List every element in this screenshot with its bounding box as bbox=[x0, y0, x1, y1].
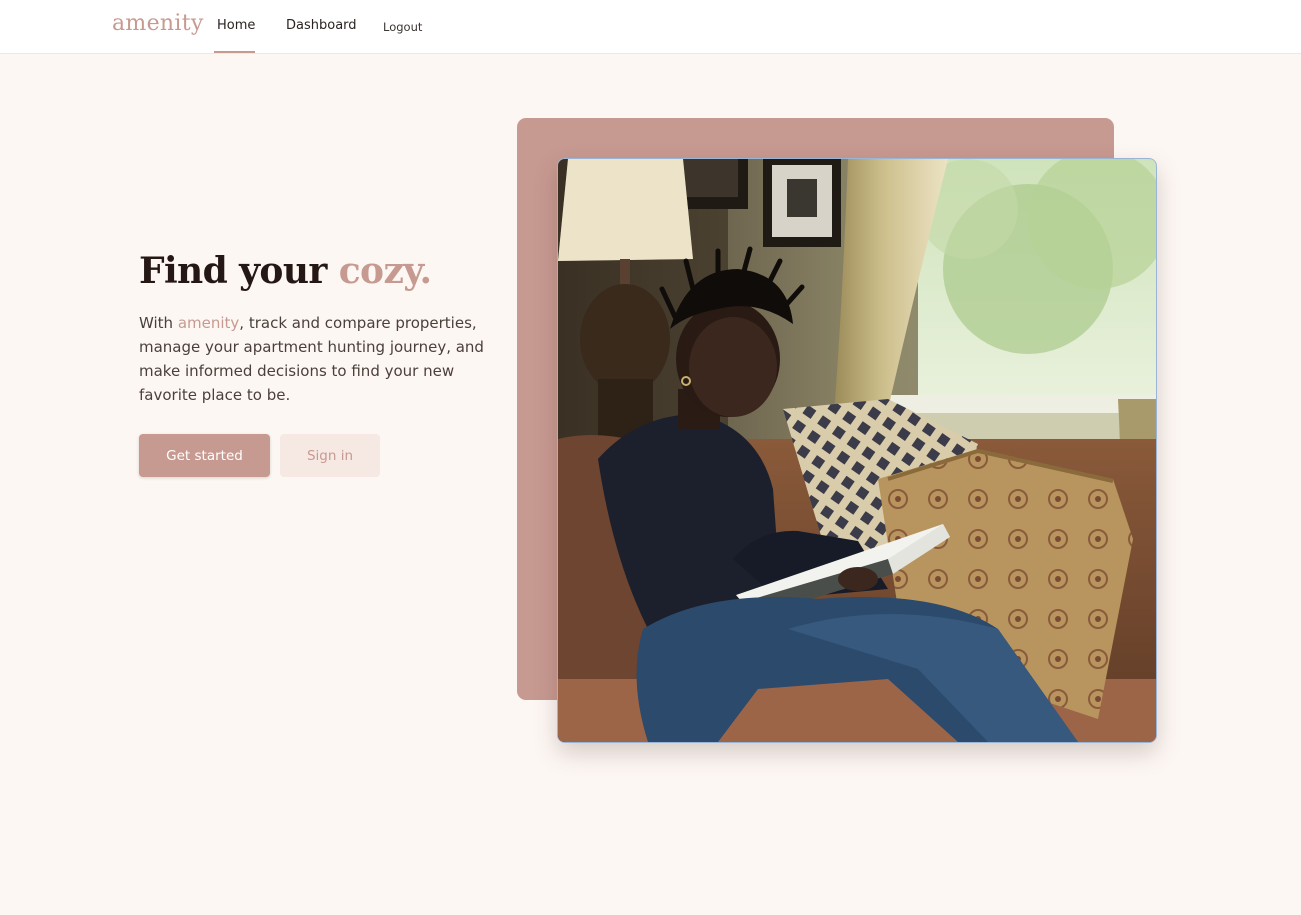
active-tab-indicator bbox=[214, 51, 255, 53]
hero-description: With amenity, track and compare properti… bbox=[139, 311, 504, 407]
hero-headline: Find your cozy. bbox=[139, 250, 519, 292]
headline-main-text: Find your bbox=[139, 250, 339, 292]
brand-logo[interactable]: amenity bbox=[112, 11, 204, 36]
hero-photo bbox=[557, 158, 1157, 743]
headline-accent-text: cozy. bbox=[338, 250, 432, 292]
lede-prefix: With bbox=[139, 314, 178, 332]
nav-link-home[interactable]: Home bbox=[217, 18, 255, 33]
top-navigation-bar: amenity Home Dashboard Logout bbox=[0, 0, 1301, 54]
hero-text-section: Find your cozy. With amenity, track and … bbox=[139, 250, 519, 407]
get-started-button[interactable]: Get started bbox=[139, 434, 270, 477]
woman-reading-on-couch-illustration bbox=[558, 159, 1156, 742]
nav-link-dashboard[interactable]: Dashboard bbox=[286, 18, 357, 33]
lede-brand-name: amenity bbox=[177, 314, 240, 332]
nav-link-logout[interactable]: Logout bbox=[383, 20, 422, 34]
sign-in-button[interactable]: Sign in bbox=[280, 434, 380, 477]
